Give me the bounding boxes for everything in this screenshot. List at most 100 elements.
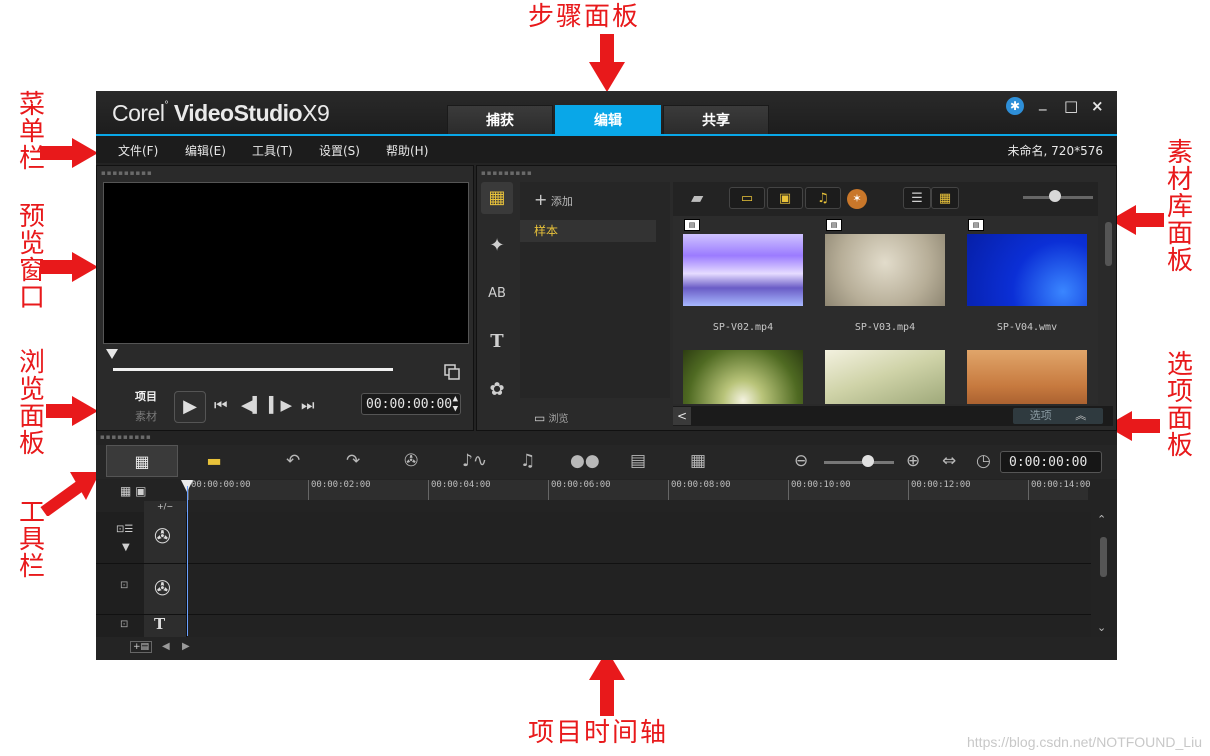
mode-clip[interactable]: 素材	[135, 408, 157, 424]
sort-icon[interactable]: ✶	[847, 189, 867, 209]
minimize-button[interactable]: _	[1039, 93, 1047, 111]
project-info: 未命名, 720*576	[1007, 144, 1103, 158]
chevron-left-icon[interactable]: <	[673, 407, 691, 425]
chevron-down-icon[interactable]: ▼	[122, 542, 130, 553]
app-logo: Corel° VideoStudioX9	[112, 100, 330, 126]
undo-icon[interactable]: ↶	[286, 451, 300, 471]
thumbnail-view-icon[interactable]: ▦	[931, 187, 959, 209]
scrubber-handle[interactable]	[106, 349, 118, 359]
annotation-project-timeline: 项目时间轴	[528, 718, 669, 748]
add-folder-button[interactable]: + 添加	[534, 190, 573, 209]
timeline-scrollbar[interactable]	[1100, 537, 1107, 577]
menu-tools[interactable]: 工具(T)	[252, 142, 293, 159]
thumbnail-sp-v04[interactable]: ▤ SP-V04.wmv	[957, 218, 1097, 338]
video-track: ⊡☰ ▼ ✇	[96, 512, 1091, 564]
track-manager-icon[interactable]: +▤	[130, 641, 153, 653]
scroll-left-icon[interactable]: ◀	[162, 641, 170, 652]
video-badge-icon: ▤	[684, 219, 700, 231]
previous-frame-icon[interactable]: ◀▍	[241, 396, 264, 414]
chevron-down-icon[interactable]: ⌄	[1097, 621, 1106, 634]
menu-settings[interactable]: 设置(S)	[319, 142, 360, 159]
tab-capture[interactable]: 捕获	[447, 105, 553, 135]
timeline-zoom-slider[interactable]	[824, 461, 894, 464]
title-track-header[interactable]: T	[144, 615, 187, 637]
watermark: https://blog.csdn.net/NOTFOUND_Liu	[967, 734, 1202, 750]
thumbnail-image	[967, 350, 1087, 404]
folder-sample[interactable]: 样本	[520, 220, 656, 242]
thumbnail-image	[825, 234, 945, 306]
redo-icon[interactable]: ↷	[346, 451, 360, 471]
library-folders: + 添加 样本 ▭ 浏览	[520, 182, 670, 425]
menu-help[interactable]: 帮助(H)	[386, 142, 428, 159]
panel-grip[interactable]: ▪▪▪▪▪▪▪▪▪	[481, 169, 533, 177]
scrubber-bar[interactable]	[113, 368, 393, 371]
title-track-lane[interactable]	[188, 615, 1091, 637]
menu-file[interactable]: 文件(F)	[118, 142, 158, 159]
video-track-lane[interactable]	[188, 512, 1091, 563]
ruler-tick: 00:00:02:00	[308, 480, 371, 500]
mode-project[interactable]: 项目	[135, 388, 157, 404]
zoom-out-icon[interactable]: ⊖	[794, 451, 808, 471]
instant-project-icon[interactable]: ✦	[481, 230, 513, 262]
list-view-icon[interactable]: ☰	[903, 187, 931, 209]
library-scrollbar[interactable]	[1105, 222, 1112, 266]
sound-mixer-icon[interactable]: ♪∿	[462, 451, 487, 471]
maximize-button[interactable]: □	[1064, 97, 1078, 115]
timeline-ruler[interactable]: 00:00:00:00 00:00:02:00 00:00:04:00 00:0…	[188, 480, 1091, 500]
thumbnail-grass[interactable]	[815, 342, 955, 404]
menu-edit[interactable]: 编辑(E)	[185, 142, 226, 159]
multi-camera-icon[interactable]: ▦	[690, 451, 706, 471]
browse-button[interactable]: ▭ 浏览	[534, 410, 569, 425]
thumbnail-dandelion[interactable]	[673, 342, 813, 404]
panel-grip[interactable]: ▪▪▪▪▪▪▪▪▪	[101, 169, 153, 177]
preview-panel: ▪▪▪▪▪▪▪▪▪ 项目 素材 ▶ ⏮ ◀▍ ▍▶ ⏭ 00:00:00:00 …	[96, 165, 474, 431]
thumbnail-size-knob[interactable]	[1049, 190, 1061, 202]
zoom-in-icon[interactable]: ⊕	[906, 451, 920, 471]
show-audio-icon[interactable]: ♫	[805, 187, 841, 209]
overlay-track-header[interactable]: ✇	[144, 564, 187, 614]
preview-screen[interactable]	[103, 182, 469, 344]
thumbnail-sp-v03[interactable]: ▤ SP-V03.mp4	[815, 218, 955, 338]
show-photo-icon[interactable]: ▣	[767, 187, 803, 209]
play-button[interactable]: ▶	[174, 391, 206, 423]
next-frame-icon[interactable]: ▍▶	[269, 396, 292, 414]
lock-track-icon[interactable]: ⊡☰	[116, 524, 133, 535]
go-to-start-icon[interactable]: ⏮	[214, 396, 228, 414]
scroll-right-icon[interactable]: ▶	[182, 641, 190, 652]
timeline-zoom-knob[interactable]	[862, 455, 874, 467]
thumbnail-sp-v02[interactable]: ▤ SP-V02.mp4	[673, 218, 813, 338]
auto-music-icon[interactable]: ♫	[520, 451, 535, 471]
timeline-grip[interactable]: ▪▪▪▪▪▪▪▪▪	[100, 433, 152, 441]
ruler-tick: 00:00:06:00	[548, 480, 611, 500]
transition-icon[interactable]: AB	[481, 278, 513, 310]
storyboard-view-button[interactable]: ▦	[106, 445, 178, 477]
thumbnail-desert[interactable]	[957, 342, 1097, 404]
filter-icon[interactable]: ✿	[481, 374, 513, 406]
fit-project-icon[interactable]: ⇔	[942, 451, 956, 471]
import-folder-icon[interactable]: ▰	[691, 188, 703, 207]
title-icon[interactable]: T	[481, 326, 513, 358]
preview-timecode[interactable]: 00:00:00:00 ▲ ▼	[361, 393, 461, 415]
chevron-up-icon[interactable]: ⌃	[1097, 513, 1106, 526]
video-track-header[interactable]: ✇	[144, 512, 187, 563]
timeline-view-button[interactable]: ▬	[178, 445, 250, 477]
overlay-track-lane[interactable]	[188, 564, 1091, 614]
motion-tracking-icon[interactable]: ●●	[570, 451, 600, 471]
lock-track-icon[interactable]: ⊡	[120, 619, 128, 630]
go-to-end-icon[interactable]: ⏭	[301, 396, 315, 414]
tab-share[interactable]: 共享	[663, 105, 769, 135]
tab-edit[interactable]: 编辑	[555, 105, 661, 135]
show-all-tracks-icon[interactable]: ▦ ▣	[120, 484, 147, 498]
timecode-stepper-icon[interactable]: ▲ ▼	[453, 394, 458, 414]
fullscreen-icon[interactable]	[444, 364, 460, 380]
lock-track-icon[interactable]: ⊡	[120, 580, 128, 591]
close-button[interactable]: ×	[1091, 97, 1104, 115]
subtitle-editor-icon[interactable]: ▤	[630, 451, 646, 471]
record-capture-icon[interactable]: ✇	[404, 451, 418, 471]
options-button[interactable]: 选项 ︽	[1013, 408, 1103, 424]
show-video-icon[interactable]: ▭	[729, 187, 765, 209]
globe-icon[interactable]: ✱	[1006, 97, 1024, 115]
timeline-timecode[interactable]: 0:00:00:00	[1000, 451, 1102, 473]
add-remove-track-button[interactable]: +/−	[144, 501, 186, 512]
media-library-icon[interactable]: ▦	[481, 182, 513, 214]
